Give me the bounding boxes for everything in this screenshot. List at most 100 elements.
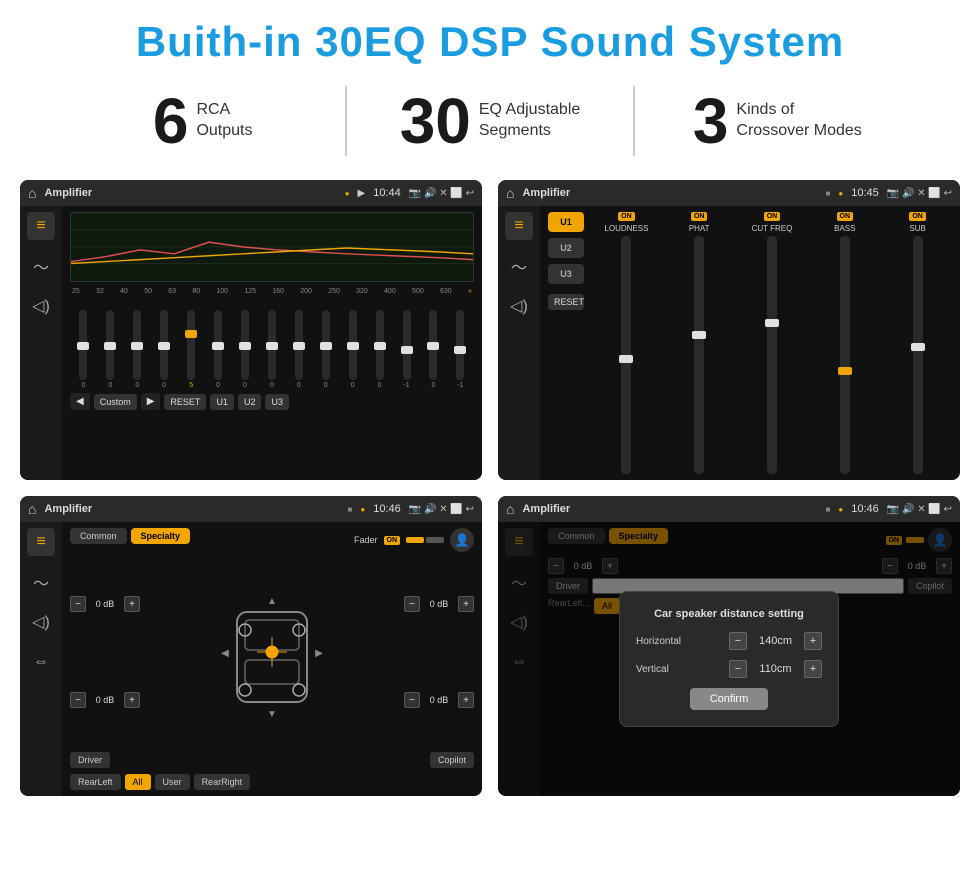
eq-slider-4[interactable]: 5 [187, 310, 195, 389]
eq-slider-14[interactable]: -1 [456, 310, 464, 389]
eq-freq-labels: 25 32 40 50 63 80 100 125 160 200 250 32… [70, 288, 474, 295]
loudness-on[interactable]: ON [618, 212, 635, 221]
home-icon-2[interactable]: ⌂ [506, 185, 514, 201]
fader-left-speakers: − 0 dB + − 0 dB + [70, 558, 140, 746]
wave-icon-3[interactable]: 〜 [27, 568, 55, 596]
dialog-vertical-plus[interactable]: + [804, 660, 822, 678]
eq-slider-13[interactable]: 0 [429, 310, 437, 389]
dialog-vertical-minus[interactable]: − [729, 660, 747, 678]
wave-icon-2[interactable]: 〜 [505, 252, 533, 280]
eq-slider-9[interactable]: 0 [322, 310, 330, 389]
freq-40: 40 [120, 288, 128, 295]
sub-slider[interactable] [913, 236, 923, 474]
spk-rr-plus[interactable]: + [458, 692, 474, 708]
freq-25: 25 [72, 288, 80, 295]
eq-slider-11[interactable]: 0 [376, 310, 384, 389]
spk-fl-plus[interactable]: + [124, 596, 140, 612]
eq-icon-3[interactable]: ≡ [27, 528, 55, 556]
spk-rl-minus[interactable]: − [70, 692, 86, 708]
eq-u3-btn[interactable]: U3 [265, 394, 289, 410]
spk-row-fl: − 0 dB + [70, 596, 140, 612]
spk-row-rl: − 0 dB + [70, 692, 140, 708]
spk-fl-val: 0 dB [90, 599, 120, 609]
spk-fl-minus[interactable]: − [70, 596, 86, 612]
home-icon-3[interactable]: ⌂ [28, 501, 36, 517]
spk-rl-plus[interactable]: + [124, 692, 140, 708]
fader-tab-specialty[interactable]: Specialty [131, 528, 191, 544]
freq-63: 63 [168, 288, 176, 295]
bass-slider[interactable] [840, 236, 850, 474]
eq-custom-btn[interactable]: Custom [94, 394, 137, 410]
eq-icon[interactable]: ≡ [27, 212, 55, 240]
amp-controls: ON LOUDNESS ON PHAT [592, 212, 952, 474]
fader-tab-common[interactable]: Common [70, 528, 127, 544]
freq-125: 125 [244, 288, 256, 295]
amp-u2-btn[interactable]: U2 [548, 238, 584, 258]
screen-amp-content: ≡ 〜 ◁) U1 U2 U3 RESET ON LO [498, 206, 960, 480]
fader-all-btn[interactable]: All [125, 774, 151, 790]
amp-main: U1 U2 U3 RESET ON LOUDNESS [540, 206, 960, 480]
eq-next-btn[interactable]: ▶ [141, 393, 161, 410]
eq-slider-2[interactable]: 0 [133, 310, 141, 389]
home-icon-4[interactable]: ⌂ [506, 501, 514, 517]
eq-slider-0[interactable]: 0 [79, 310, 87, 389]
fader-on-badge[interactable]: ON [384, 536, 401, 545]
screen-dialog-topbar: ⌂ Amplifier ■ ● 10:46 📷 🔊 ✕ ⬜ ↩ [498, 496, 960, 522]
eq-slider-5[interactable]: 0 [214, 310, 222, 389]
dot-icon-3: ■ [348, 505, 353, 514]
sub-label: SUB [909, 224, 925, 233]
stat-eq: 30 EQ AdjustableSegments [347, 89, 632, 153]
amp-u3-btn[interactable]: U3 [548, 264, 584, 284]
speaker-icon-2[interactable]: ◁) [505, 292, 533, 320]
sub-on[interactable]: ON [909, 212, 926, 221]
dialog-confirm-btn[interactable]: Confirm [690, 688, 769, 710]
fader-rearleft-btn[interactable]: RearLeft [70, 774, 121, 790]
eq-slider-10[interactable]: 0 [349, 310, 357, 389]
eq-icon-2[interactable]: ≡ [505, 212, 533, 240]
screen-eq-time: 10:44 [373, 187, 401, 199]
loudness-slider[interactable] [621, 236, 631, 474]
cutfreq-on[interactable]: ON [764, 212, 781, 221]
amp-reset-btn[interactable]: RESET [548, 294, 584, 310]
cutfreq-slider[interactable] [767, 236, 777, 474]
eq-u2-btn[interactable]: U2 [238, 394, 262, 410]
phat-slider[interactable] [694, 236, 704, 474]
topbar-icons-amp: 📷 🔊 ✕ ⬜ ↩ [887, 188, 952, 199]
eq-slider-7[interactable]: 0 [268, 310, 276, 389]
speaker-icon-3[interactable]: ◁) [27, 608, 55, 636]
user-icon-btn[interactable]: 👤 [450, 528, 474, 552]
dot2-icon-3: ● [360, 505, 365, 514]
eq-reset-btn[interactable]: RESET [164, 394, 206, 410]
fader-driver-btn[interactable]: Driver [70, 752, 110, 768]
eq-prev-btn[interactable]: ◀ [70, 393, 90, 410]
spk-rl-val: 0 dB [90, 695, 120, 705]
stat-crossover: 3 Kinds ofCrossover Modes [635, 89, 920, 153]
eq-slider-12[interactable]: -1 [403, 310, 411, 389]
fader-user-btn[interactable]: User [155, 774, 190, 790]
bass-on[interactable]: ON [837, 212, 854, 221]
wave-icon[interactable]: 〜 [27, 252, 55, 280]
phat-on[interactable]: ON [691, 212, 708, 221]
dialog-horizontal-minus[interactable]: − [729, 632, 747, 650]
eq-u1-btn[interactable]: U1 [210, 394, 234, 410]
stats-row: 6 RCAOutputs 30 EQ AdjustableSegments 3 … [0, 76, 980, 170]
eq-slider-6[interactable]: 0 [241, 310, 249, 389]
fader-copilot-btn[interactable]: Copilot [430, 752, 474, 768]
spk-rr-minus[interactable]: − [404, 692, 420, 708]
dot-icon: ● [345, 189, 350, 198]
spk-fr-minus[interactable]: − [404, 596, 420, 612]
amp-u1-btn[interactable]: U1 [548, 212, 584, 232]
fader-rearright-btn[interactable]: RearRight [194, 774, 251, 790]
svg-text:◀: ◀ [221, 648, 229, 659]
screen-eq: ⌂ Amplifier ● ▶ 10:44 📷 🔊 ✕ ⬜ ↩ ≡ 〜 ◁) [20, 180, 482, 480]
fader-bottom-btns-2: RearLeft All User RearRight [70, 774, 474, 790]
eq-slider-8[interactable]: 0 [295, 310, 303, 389]
dialog-horizontal-plus[interactable]: + [804, 632, 822, 650]
home-icon[interactable]: ⌂ [28, 185, 36, 201]
screen-dialog-content: ≡ 〜 ◁) ⇔ Common Specialty ON [498, 522, 960, 796]
eq-slider-1[interactable]: 0 [106, 310, 114, 389]
eq-slider-3[interactable]: 0 [160, 310, 168, 389]
arrows-icon-3[interactable]: ⇔ [27, 648, 55, 676]
spk-fr-plus[interactable]: + [458, 596, 474, 612]
speaker-icon[interactable]: ◁) [27, 292, 55, 320]
